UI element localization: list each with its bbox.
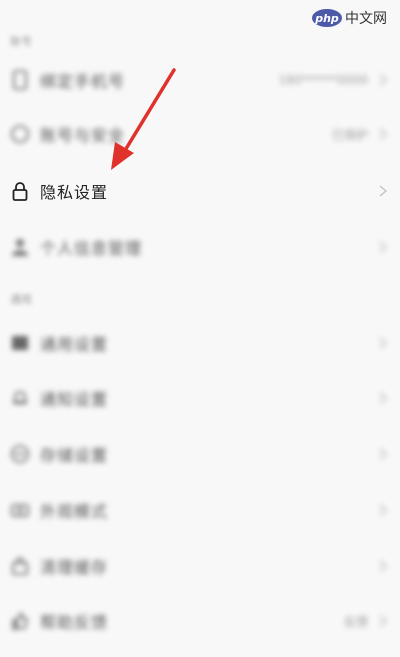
php-badge: php	[312, 9, 342, 27]
settings-row-help-feedback[interactable]: 帮助反馈 反馈	[0, 593, 400, 649]
settings-row-account-security[interactable]: 账号与安全 已保护	[0, 106, 400, 162]
lock-icon	[10, 181, 30, 201]
thumb-icon	[10, 611, 30, 631]
row-label: 通知设置	[40, 390, 109, 409]
chevron-right-icon	[379, 74, 388, 86]
row-label: 绑定手机号	[40, 72, 126, 91]
chevron-right-icon	[379, 392, 388, 404]
settings-row-appearance[interactable]: 外观模式	[0, 482, 400, 538]
watermark-logo: php 中文网	[312, 3, 396, 33]
chevron-right-icon	[379, 448, 388, 460]
bag-icon	[10, 556, 30, 576]
settings-row-bind-phone[interactable]: 绑定手机号 180******0000	[0, 52, 400, 108]
chevron-right-icon	[379, 615, 388, 627]
row-label: 存储设置	[40, 446, 109, 465]
row-label: 账号与安全	[40, 126, 126, 145]
camera-icon	[10, 500, 30, 520]
section-label-account: 账号	[10, 35, 32, 48]
row-value: 180******0000	[278, 73, 368, 87]
row-value: 反馈	[343, 614, 368, 629]
chevron-right-icon	[379, 185, 388, 197]
settings-row-notification[interactable]: 通知设置	[0, 370, 400, 426]
storage-icon	[10, 444, 30, 464]
bell-icon	[10, 388, 30, 408]
shield-icon	[10, 124, 30, 144]
row-label: 帮助反馈	[40, 613, 109, 632]
phone-icon	[10, 70, 30, 90]
person-icon	[10, 237, 30, 257]
section-label-general: 通用	[10, 293, 32, 306]
settings-row-privacy[interactable]: 隐私设置	[0, 163, 400, 219]
chevron-right-icon	[379, 128, 388, 140]
row-label: 个人信息管理	[40, 239, 143, 258]
settings-screen: php 中文网 账号 绑定手机号 180******0000 账号与安全 已保护…	[0, 0, 400, 657]
row-label: 外观模式	[40, 502, 109, 521]
settings-row-personal-info[interactable]: 个人信息管理	[0, 219, 400, 275]
settings-row-general[interactable]: 通用设置	[0, 315, 400, 371]
row-value: 已保护	[331, 127, 368, 142]
row-label: 清理缓存	[40, 558, 109, 577]
chevron-right-icon	[379, 241, 388, 253]
chevron-right-icon	[379, 337, 388, 349]
row-label: 隐私设置	[40, 183, 109, 202]
settings-row-clear-cache[interactable]: 清理缓存	[0, 538, 400, 594]
row-label: 通用设置	[40, 335, 109, 354]
chevron-right-icon	[379, 504, 388, 516]
watermark-text: 中文网	[345, 11, 387, 27]
chevron-right-icon	[379, 560, 388, 572]
settings-row-storage[interactable]: 存储设置	[0, 426, 400, 482]
grid-icon	[10, 333, 30, 353]
